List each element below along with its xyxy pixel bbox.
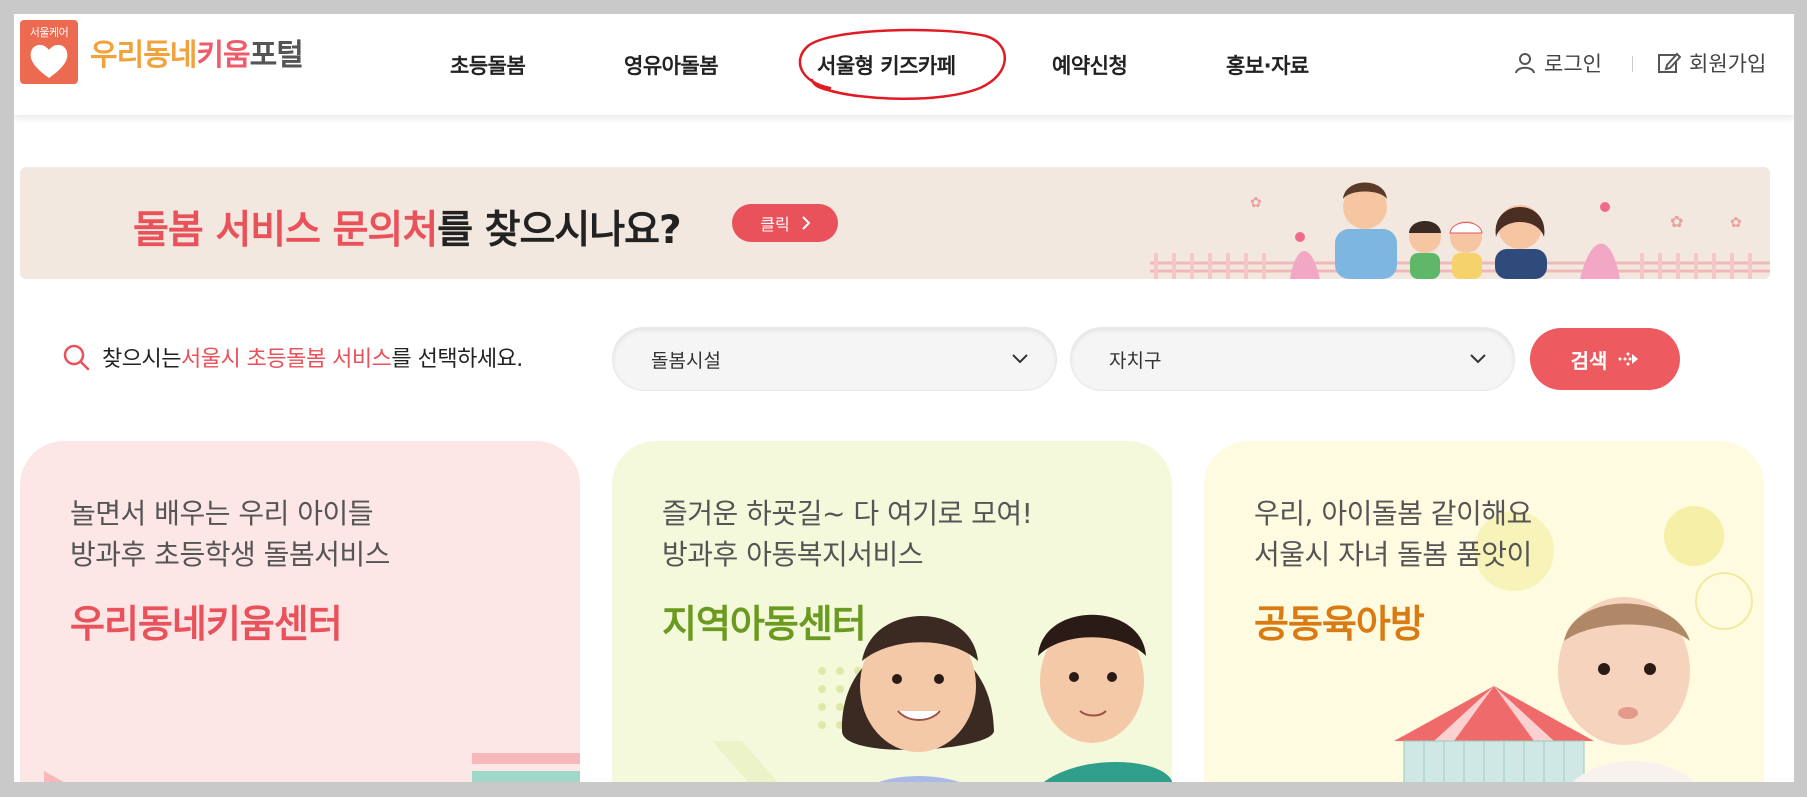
signup-link[interactable]: 회원가입: [1657, 48, 1766, 78]
search-label-highlight: 서울시 초등돌봄 서비스: [180, 347, 392, 372]
page: 서울케어 우리동네키움포털 초등돌봄 영유아돌봄 서울형 키즈카페 예약신청 홍…: [14, 14, 1794, 797]
card-subtitle-line2: 서울시 자녀 돌봄 품앗이: [1254, 538, 1532, 571]
banner-click-button[interactable]: 클릭: [732, 204, 838, 242]
logo-badge: 서울케어: [20, 20, 78, 84]
family-illustration: ✿ ✿ ✿: [1150, 182, 1770, 279]
svg-text:✿: ✿: [1670, 212, 1683, 231]
search-icon: [62, 343, 90, 371]
pointer-arrow-icon: [1618, 352, 1639, 366]
district-select[interactable]: 자치구: [1070, 327, 1515, 391]
search-label-pre: 찾으시는: [102, 347, 181, 372]
chevron-right-icon: [802, 216, 810, 230]
card-kium-center[interactable]: 놀면서 배우는 우리 아이들 방과후 초등학생 돌봄서비스 우리동네키움센터: [20, 441, 580, 797]
district-select-value: 자치구: [1109, 349, 1162, 372]
card-subtitle: 우리, 아이돌봄 같이해요 서울시 자녀 돌봄 품앗이: [1254, 493, 1532, 575]
window-bottom-edge: [0, 782, 1807, 797]
logo-text-part1: 우리동네: [90, 38, 197, 73]
facility-select[interactable]: 돌봄시설: [612, 327, 1057, 391]
user-icon: [1514, 52, 1536, 74]
login-link[interactable]: 로그인: [1514, 48, 1602, 78]
nav-item-kids-cafe[interactable]: 서울형 키즈카페: [817, 50, 956, 80]
edit-icon: [1657, 51, 1681, 75]
heart-icon: [30, 44, 68, 78]
auth-divider: [1632, 56, 1633, 72]
svg-text:✿: ✿: [1250, 195, 1262, 211]
nav-item-elementary-care[interactable]: 초등돌봄: [450, 50, 526, 80]
svg-text:✿: ✿: [1730, 215, 1742, 231]
site-logo[interactable]: 서울케어 우리동네키움포털: [20, 20, 304, 84]
search-button-label: 검색: [1570, 348, 1608, 373]
banner-title-highlight: 돌봄 서비스 문의처: [133, 208, 438, 253]
card-subtitle-line2: 방과후 아동복지서비스: [662, 538, 924, 571]
login-label: 로그인: [1544, 52, 1602, 76]
logo-text-part3: 포털: [249, 38, 304, 73]
signup-label: 회원가입: [1689, 52, 1767, 76]
card-title: 공동육아방: [1254, 602, 1425, 646]
search-instruction: 찾으시는 서울시 초등돌봄 서비스 를 선택하세요.: [62, 341, 523, 373]
card-cooperative-room[interactable]: 우리, 아이돌봄 같이해요 서울시 자녀 돌봄 품앗이 공동육아방: [1204, 441, 1764, 797]
banner-title: 돌봄 서비스 문의처를 찾으시나요?: [133, 199, 682, 255]
nav-item-infant-care[interactable]: 영유아돌봄: [624, 50, 719, 80]
stripes-decoration: [44, 753, 580, 797]
logo-text: 우리동네키움포털: [90, 30, 304, 74]
card-community-center[interactable]: 즐거운 하굣길~ 다 여기로 모여! 방과후 아동복지서비스 지역아동센터: [612, 441, 1172, 797]
card-subtitle-line1: 우리, 아이돌봄 같이해요: [1254, 497, 1532, 530]
banner-button-label: 클릭: [760, 215, 790, 234]
nav-item-promotion[interactable]: 홍보·자료: [1226, 50, 1309, 80]
logo-badge-text: 서울케어: [29, 26, 69, 39]
chevron-down-icon: [1470, 354, 1486, 364]
inquiry-banner[interactable]: 돌봄 서비스 문의처를 찾으시나요? 클릭 ✿ ✿ ✿: [20, 167, 1770, 279]
chevron-down-icon: [1012, 354, 1028, 364]
facility-select-value: 돌봄시설: [651, 349, 721, 372]
banner-title-rest: 를 찾으시나요?: [437, 208, 681, 253]
card-subtitle-line1: 즐거운 하굣길~ 다 여기로 모여!: [662, 497, 1033, 530]
search-label-post: 를 선택하세요.: [391, 347, 523, 372]
logo-text-part2: 키움: [196, 38, 250, 73]
card-title: 지역아동센터: [662, 602, 867, 646]
search-button[interactable]: 검색: [1530, 328, 1680, 390]
site-header: 서울케어 우리동네키움포털 초등돌봄 영유아돌봄 서울형 키즈카페 예약신청 홍…: [14, 14, 1794, 115]
nav-item-reservation[interactable]: 예약신청: [1052, 50, 1128, 80]
card-subtitle: 즐거운 하굣길~ 다 여기로 모여! 방과후 아동복지서비스: [662, 493, 1033, 575]
